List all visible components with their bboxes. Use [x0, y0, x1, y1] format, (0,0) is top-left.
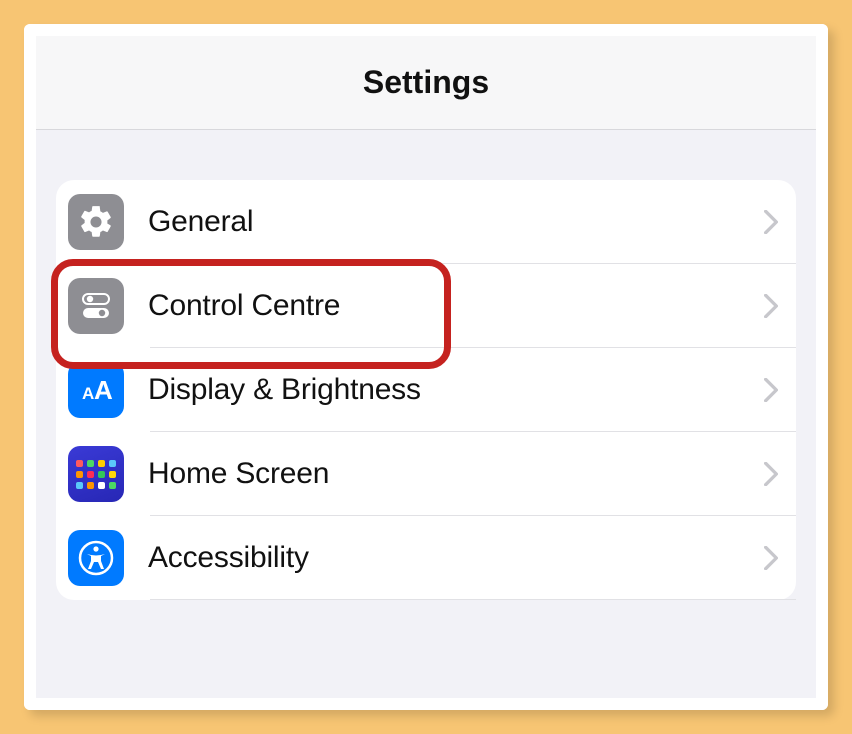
chevron-right-icon: [764, 462, 778, 486]
settings-list: General Control Centre: [56, 180, 796, 600]
settings-item-accessibility[interactable]: Accessibility: [56, 516, 796, 600]
chevron-right-icon: [764, 210, 778, 234]
svg-text:A: A: [94, 375, 113, 405]
chevron-right-icon: [764, 378, 778, 402]
settings-item-label: Accessibility: [148, 541, 764, 575]
settings-item-general[interactable]: General: [56, 180, 796, 264]
settings-item-display-brightness[interactable]: A A Display & Brightness: [56, 348, 796, 432]
svg-text:A: A: [82, 384, 94, 403]
divider: [150, 599, 796, 600]
chevron-right-icon: [764, 546, 778, 570]
toggle-icon: [68, 278, 124, 334]
page-title: Settings: [36, 64, 816, 101]
text-size-icon: A A: [68, 362, 124, 418]
settings-panel: Settings General: [24, 24, 828, 710]
accessibility-icon: [68, 530, 124, 586]
gear-icon: [68, 194, 124, 250]
chevron-right-icon: [764, 294, 778, 318]
settings-item-label: Display & Brightness: [148, 373, 764, 407]
settings-header: Settings: [36, 36, 816, 130]
settings-item-label: Home Screen: [148, 457, 764, 491]
settings-item-label: Control Centre: [148, 289, 764, 323]
settings-item-home-screen[interactable]: Home Screen: [56, 432, 796, 516]
screenshot-frame: Settings General: [24, 24, 828, 710]
home-grid-icon: [68, 446, 124, 502]
settings-item-label: General: [148, 205, 764, 239]
settings-item-control-centre[interactable]: Control Centre: [56, 264, 796, 348]
